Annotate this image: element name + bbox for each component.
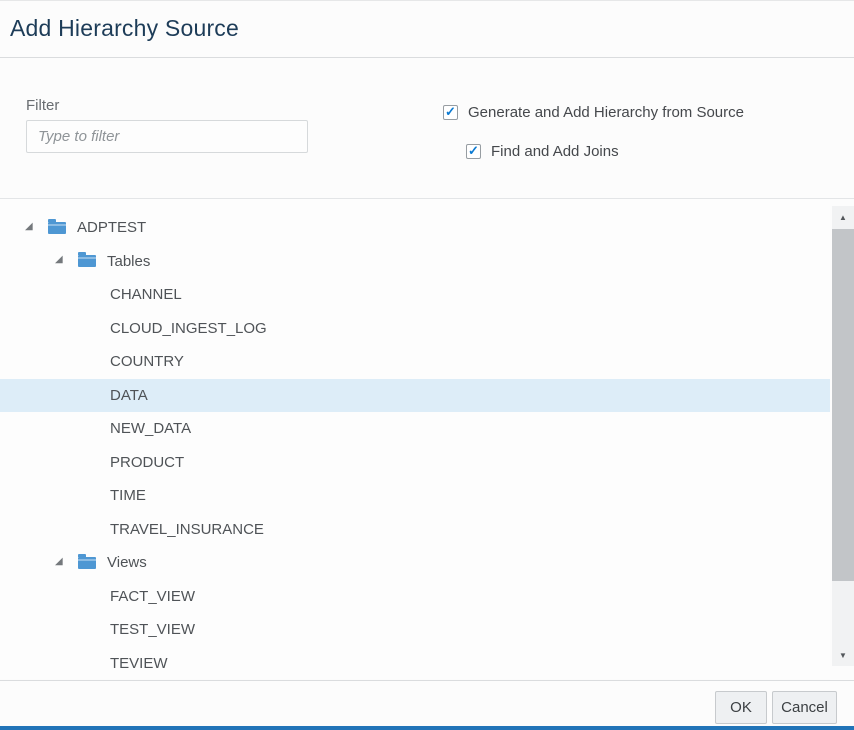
checkmark-icon: ✓ xyxy=(445,105,456,118)
tree-item-label: DATA xyxy=(110,387,148,404)
scroll-up-button[interactable]: ▲ xyxy=(832,206,854,228)
scroll-down-icon: ▼ xyxy=(839,651,847,660)
scrollbar-thumb[interactable] xyxy=(832,229,854,581)
tree-item-label: ADPTEST xyxy=(77,219,146,236)
scroll-down-button[interactable]: ▼ xyxy=(832,644,854,666)
tree-item-label: TRAVEL_INSURANCE xyxy=(110,521,264,538)
expand-toggle-icon[interactable]: ◢ xyxy=(55,557,66,567)
footer-divider xyxy=(0,680,854,681)
tree-item-label: COUNTRY xyxy=(110,353,184,370)
tree-item-teview[interactable]: TEVIEW xyxy=(0,647,830,680)
tree-item-views[interactable]: ◢ Views xyxy=(0,546,830,580)
tree-item-country[interactable]: COUNTRY xyxy=(0,345,830,379)
tree-item-data[interactable]: DATA xyxy=(0,379,830,413)
scroll-up-icon: ▲ xyxy=(839,213,847,222)
cancel-button[interactable]: Cancel xyxy=(772,691,837,724)
dialog-header: Add Hierarchy Source xyxy=(0,1,854,58)
source-tree: ◢ ADPTEST ◢ Tables CHANNEL CLOUD_INGEST_LOG CO… xyxy=(0,199,830,679)
tree-item-label: TEST_VIEW xyxy=(110,621,195,638)
checkbox-find-add-joins-label: Find and Add Joins xyxy=(491,143,619,160)
bottom-accent-bar xyxy=(0,726,854,730)
tree-item-label: NEW_DATA xyxy=(110,420,191,437)
tree-item-travel_insurance[interactable]: TRAVEL_INSURANCE xyxy=(0,513,830,547)
tree-item-label: FACT_VIEW xyxy=(110,588,195,605)
tree-item-test_view[interactable]: TEST_VIEW xyxy=(0,613,830,647)
tree-item-tables[interactable]: ◢ Tables xyxy=(0,245,830,279)
expand-toggle-icon[interactable]: ◢ xyxy=(55,255,66,265)
tree-item-new_data[interactable]: NEW_DATA xyxy=(0,412,830,446)
checkbox-generate-hierarchy-label: Generate and Add Hierarchy from Source xyxy=(468,104,744,121)
folder-icon xyxy=(78,557,96,569)
tree-item-channel[interactable]: CHANNEL xyxy=(0,278,830,312)
tree-item-label: TIME xyxy=(110,487,146,504)
expand-toggle-icon[interactable]: ◢ xyxy=(25,222,36,232)
tree-scrollbar[interactable]: ▲ ▼ xyxy=(832,206,854,666)
filter-label: Filter xyxy=(26,97,59,114)
tree-item-label: CHANNEL xyxy=(110,286,182,303)
ok-button[interactable]: OK xyxy=(715,691,767,724)
folder-icon xyxy=(78,255,96,267)
tree-item-product[interactable]: PRODUCT xyxy=(0,446,830,480)
add-hierarchy-source-dialog: Add Hierarchy Source Filter ✓ Generate a… xyxy=(0,0,854,730)
folder-icon xyxy=(48,222,66,234)
tree-item-fact_view[interactable]: FACT_VIEW xyxy=(0,580,830,614)
checkbox-generate-hierarchy[interactable]: ✓ Generate and Add Hierarchy from Source xyxy=(443,104,744,121)
checkbox-generate-hierarchy-box[interactable]: ✓ xyxy=(443,105,458,120)
dialog-title: Add Hierarchy Source xyxy=(10,15,239,42)
tree-item-adptest[interactable]: ◢ ADPTEST xyxy=(0,211,830,245)
checkmark-icon: ✓ xyxy=(468,144,479,157)
tree-item-label: CLOUD_INGEST_LOG xyxy=(110,320,267,337)
tree-item-time[interactable]: TIME xyxy=(0,479,830,513)
checkbox-find-add-joins[interactable]: ✓ Find and Add Joins xyxy=(466,143,619,160)
tree-item-label: Tables xyxy=(107,253,150,270)
checkbox-find-add-joins-box[interactable]: ✓ xyxy=(466,144,481,159)
tree-item-label: TEVIEW xyxy=(110,655,168,672)
tree-item-cloud_ingest_log[interactable]: CLOUD_INGEST_LOG xyxy=(0,312,830,346)
filter-input[interactable] xyxy=(26,120,308,153)
tree-item-label: Views xyxy=(107,554,147,571)
tree-item-label: PRODUCT xyxy=(110,454,184,471)
